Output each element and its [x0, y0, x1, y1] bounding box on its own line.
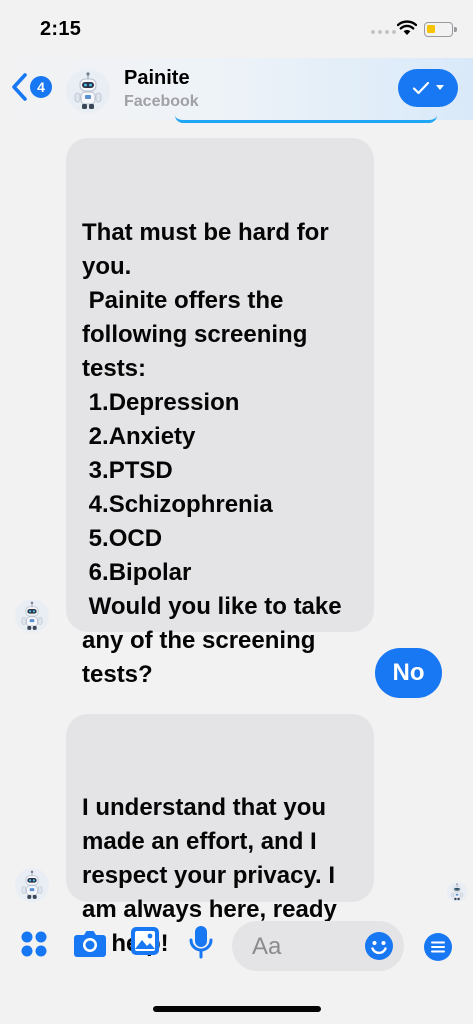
bot-avatar: [15, 868, 49, 902]
unread-count-badge: 4: [30, 76, 52, 98]
previous-message-edge: [175, 115, 437, 123]
user-message-text: No: [392, 659, 425, 686]
message-composer: Aa: [0, 912, 473, 982]
bot-message-text: That must be hard for you. Painite offer…: [82, 219, 342, 688]
camera-icon[interactable]: [73, 929, 107, 957]
back-chevron-icon: [12, 73, 27, 101]
contact-source: Facebook: [124, 93, 199, 110]
checkmark-icon: [412, 81, 430, 95]
bot-message-bubble[interactable]: I understand that you made an effort, an…: [66, 714, 374, 957]
cellular-signal-icon: [371, 30, 396, 34]
seen-receipt-avatar: [447, 882, 467, 902]
status-bar: 2:15: [0, 0, 473, 58]
battery-icon: [424, 22, 457, 37]
message-input-placeholder: Aa: [252, 933, 282, 960]
menu-icon[interactable]: [423, 932, 453, 962]
contact-name[interactable]: Painite: [124, 67, 190, 90]
actions-button[interactable]: [398, 69, 458, 107]
photo-icon[interactable]: [130, 926, 160, 956]
apps-grid-icon[interactable]: [20, 930, 48, 958]
bot-avatar: [15, 599, 49, 633]
conversation-header: 4 Painite Facebook: [0, 58, 473, 120]
emoji-icon[interactable]: [364, 931, 394, 961]
bot-message-bubble[interactable]: That must be hard for you. Painite offer…: [66, 138, 374, 688]
status-time: 2:15: [40, 18, 82, 40]
contact-avatar[interactable]: [66, 69, 110, 113]
wifi-icon: [397, 20, 417, 35]
chevron-down-icon: [436, 85, 444, 90]
user-message-bubble[interactable]: No: [375, 648, 442, 698]
home-indicator[interactable]: [153, 1006, 321, 1012]
message-input[interactable]: Aa: [232, 921, 404, 971]
back-button[interactable]: 4: [10, 72, 52, 102]
microphone-icon[interactable]: [188, 925, 214, 959]
